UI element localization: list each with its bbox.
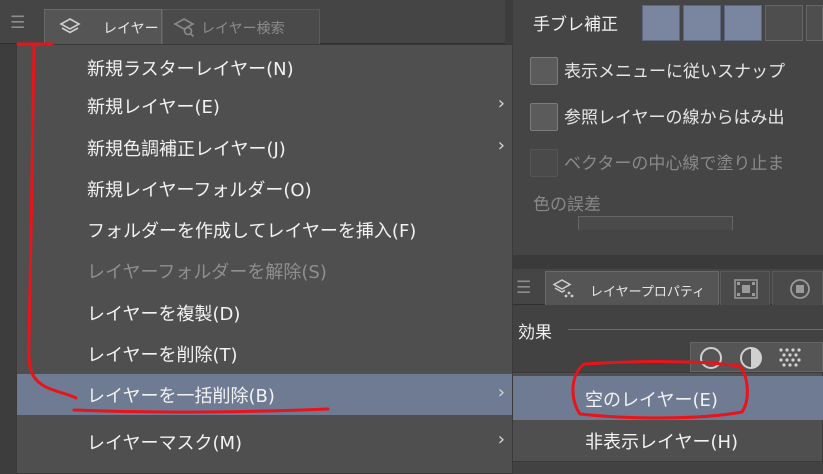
effect-icons-bar xyxy=(690,342,823,372)
effect-divider xyxy=(568,329,823,330)
film-icon xyxy=(734,279,758,299)
menu-item-new-correction-layer[interactable]: 新規色調補正レイヤー(J) › xyxy=(17,127,513,168)
tab-layer-search[interactable]: レイヤー検索 xyxy=(162,9,320,44)
tab-layer-search-label: レイヤー検索 xyxy=(201,21,285,37)
border-effect-icon[interactable] xyxy=(699,346,723,370)
menu-item-label: 新規色調補正レイヤー(J) xyxy=(87,139,286,160)
stabilization-level-1[interactable] xyxy=(642,5,680,41)
submenu-arrow-icon: › xyxy=(497,93,505,114)
record-icon xyxy=(790,279,810,299)
menu-item-release-folder: レイヤーフォルダーを解除(S) xyxy=(17,250,513,291)
layer-property-icon xyxy=(552,279,574,298)
tab-layer[interactable]: レイヤー xyxy=(44,9,162,44)
submenu-arrow-icon: › xyxy=(497,382,505,403)
option-reference-row[interactable]: 参照レイヤーの線からはみ出 xyxy=(521,96,823,134)
option-vector-row: ベクターの中心線で塗り止ま xyxy=(521,142,823,180)
property-menu-icon[interactable]: ☰ xyxy=(516,278,531,298)
stabilization-level-3[interactable] xyxy=(724,5,762,41)
submenu-item-label: 非表示レイヤー(H) xyxy=(585,432,739,453)
reference-option-label: 参照レイヤーの線からはみ出 xyxy=(564,108,785,128)
menu-item-create-folder-insert[interactable]: フォルダーを作成してレイヤーを挿入(F) xyxy=(17,209,513,250)
menu-item-layer-mask[interactable]: レイヤーマスク(M) › xyxy=(17,421,513,462)
layer-stack-icon xyxy=(59,18,81,34)
tab-record[interactable] xyxy=(772,271,823,305)
submenu-item-hidden-layers[interactable]: 非表示レイヤー(H) xyxy=(513,418,823,462)
tab-layer-property[interactable]: レイヤープロパティ xyxy=(545,271,719,305)
panel-menu-icon[interactable]: ☰ xyxy=(10,14,28,32)
option-snap-row[interactable]: 表示メニューに従いスナップ xyxy=(521,50,823,88)
stabilization-level-4[interactable] xyxy=(765,5,803,41)
vector-option-label: ベクターの中心線で塗り止ま xyxy=(564,154,785,174)
tab-animation[interactable] xyxy=(720,271,770,305)
menu-item-label: レイヤーフォルダーを解除(S) xyxy=(87,262,327,283)
submenu-arrow-icon: › xyxy=(497,429,505,450)
color-error-label: 色の誤差 xyxy=(533,195,601,215)
menu-item-duplicate-layer[interactable]: レイヤーを複製(D) xyxy=(17,292,513,333)
menu-item-delete-layer[interactable]: レイヤーを削除(T) xyxy=(17,333,513,374)
menu-item-label: 新規ラスターレイヤー(N) xyxy=(87,59,294,80)
submenu-item-empty-layers[interactable]: 空のレイヤー(E) xyxy=(513,376,823,420)
panel-divider xyxy=(513,255,823,269)
menu-item-bulk-delete[interactable]: レイヤーを一括削除(B) › xyxy=(17,374,513,415)
menu-item-label: レイヤーを削除(T) xyxy=(87,345,238,366)
tone-icon[interactable] xyxy=(777,346,801,370)
color-error-field xyxy=(578,216,733,230)
extract-line-icon[interactable] xyxy=(739,346,763,370)
menu-item-label: 新規レイヤー(E) xyxy=(87,97,220,118)
submenu-arrow-icon: › xyxy=(497,135,505,156)
menu-item-label: フォルダーを作成してレイヤーを挿入(F) xyxy=(87,221,417,242)
layer-search-icon xyxy=(173,18,195,38)
menu-item-label: レイヤーを複製(D) xyxy=(87,304,241,325)
menu-item-new-layer-folder[interactable]: 新規レイヤーフォルダー(O) xyxy=(17,168,513,209)
menu-item-label: レイヤーを一括削除(B) xyxy=(87,386,275,407)
vector-checkbox xyxy=(530,149,558,177)
snap-checkbox[interactable] xyxy=(530,57,558,85)
tab-layer-label: レイヤー xyxy=(103,21,159,37)
stabilization-level-5[interactable] xyxy=(806,5,823,41)
menu-item-label: 新規レイヤーフォルダー(O) xyxy=(87,180,312,201)
menu-item-label: レイヤーマスク(M) xyxy=(87,433,243,454)
stabilization-label: 手ブレ補正 xyxy=(533,15,618,35)
submenu-item-label: 空のレイヤー(E) xyxy=(585,390,718,411)
snap-option-label: 表示メニューに従いスナップ xyxy=(564,62,785,82)
menu-item-new-raster-layer[interactable]: 新規ラスターレイヤー(N) xyxy=(17,47,513,88)
reference-checkbox[interactable] xyxy=(530,103,558,131)
tab-layer-property-label: レイヤープロパティ xyxy=(590,285,706,300)
effect-label: 効果 xyxy=(518,323,552,343)
stabilization-level-2[interactable] xyxy=(683,5,721,41)
menu-item-new-layer[interactable]: 新規レイヤー(E) › xyxy=(17,85,513,126)
